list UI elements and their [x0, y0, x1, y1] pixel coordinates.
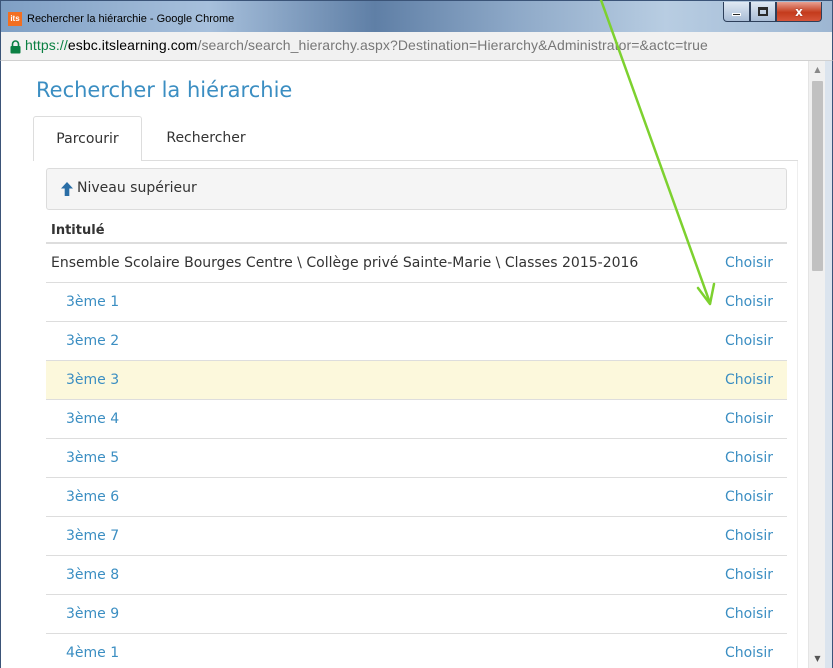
class-link[interactable]: 3ème 9	[66, 595, 119, 634]
choose-link[interactable]: Choisir	[725, 361, 773, 400]
column-header-intitule: Intitulé	[46, 219, 787, 244]
choose-link[interactable]: Choisir	[725, 439, 773, 478]
class-link[interactable]: 3ème 4	[66, 400, 119, 439]
class-link[interactable]: 3ème 6	[66, 478, 119, 517]
table-row: 3ème 8 Choisir	[46, 556, 787, 595]
window-title: Rechercher la hiérarchie - Google Chrome	[27, 13, 235, 25]
url-host: esbc.itslearning.com	[67, 37, 198, 53]
close-icon: x	[795, 4, 803, 19]
table-row: 3ème 7 Choisir	[46, 517, 787, 556]
tab-bar: Parcourir Rechercher	[33, 116, 798, 161]
chevron-up-icon[interactable]: ▲	[809, 63, 826, 77]
table-row: 3ème 1 Choisir	[46, 283, 787, 322]
table-row: 3ème 5 Choisir	[46, 439, 787, 478]
class-link[interactable]: 3ème 1	[66, 283, 119, 322]
choose-link[interactable]: Choisir	[725, 322, 773, 361]
close-window-button[interactable]: x	[776, 2, 822, 22]
class-link[interactable]: 4ème 1	[66, 634, 119, 668]
tab-divider	[142, 160, 798, 161]
class-link[interactable]: 3ème 2	[66, 322, 119, 361]
minimize-button[interactable]	[723, 2, 750, 22]
itslearning-app-icon: its	[8, 12, 22, 26]
url-path: /search/search_hierarchy.aspx?Destinatio…	[197, 37, 708, 53]
vertical-scrollbar[interactable]: ▲ ▼	[808, 61, 825, 668]
table-row: 3ème 4 Choisir	[46, 400, 787, 439]
maximize-button[interactable]	[750, 2, 776, 22]
choose-link[interactable]: Choisir	[725, 400, 773, 439]
choose-link[interactable]: Choisir	[725, 517, 773, 556]
class-link[interactable]: 3ème 8	[66, 556, 119, 595]
minimize-icon	[732, 13, 741, 16]
tab-parcourir[interactable]: Parcourir	[33, 116, 142, 161]
url-text[interactable]: https://esbc.itslearning.com/search/sear…	[25, 37, 708, 53]
table-row: 3ème 6 Choisir	[46, 478, 787, 517]
up-level-label: Niveau supérieur	[77, 180, 197, 196]
table-row: 3ème 9 Choisir	[46, 595, 787, 634]
table-row-parent: Ensemble Scolaire Bourges Centre \ Collè…	[46, 244, 787, 283]
choose-link[interactable]: Choisir	[725, 244, 773, 283]
chevron-down-icon[interactable]: ▼	[809, 652, 826, 666]
choose-link[interactable]: Choisir	[725, 556, 773, 595]
page-title: Rechercher la hiérarchie	[36, 78, 293, 102]
tab-rechercher[interactable]: Rechercher	[146, 116, 266, 161]
choose-link[interactable]: Choisir	[725, 634, 773, 668]
parent-path-label: Ensemble Scolaire Bourges Centre \ Collè…	[51, 255, 639, 271]
url-scheme: https://	[25, 37, 68, 53]
up-level-button[interactable]: Niveau supérieur	[46, 168, 787, 210]
choose-link[interactable]: Choisir	[725, 478, 773, 517]
table-row: 4ème 1 Choisir	[46, 634, 787, 668]
class-link[interactable]: 3ème 5	[66, 439, 119, 478]
page-viewport: Rechercher la hiérarchie Parcourir Reche…	[1, 61, 808, 668]
window-titlebar: its Rechercher la hiérarchie - Google Ch…	[0, 0, 833, 32]
maximize-icon	[758, 7, 768, 16]
panel-border	[797, 161, 798, 668]
scrollbar-thumb[interactable]	[812, 81, 823, 271]
class-link[interactable]: 3ème 3	[66, 361, 119, 400]
choose-link[interactable]: Choisir	[725, 283, 773, 322]
hierarchy-table: Ensemble Scolaire Bourges Centre \ Collè…	[46, 244, 787, 668]
choose-link[interactable]: Choisir	[725, 595, 773, 634]
address-bar[interactable]: https://esbc.itslearning.com/search/sear…	[0, 32, 833, 61]
lock-icon	[10, 40, 21, 54]
class-link[interactable]: 3ème 7	[66, 517, 119, 556]
table-row: 3ème 2 Choisir	[46, 322, 787, 361]
table-row-highlighted: 3ème 3 Choisir	[46, 361, 787, 400]
window-gutter	[825, 61, 832, 668]
arrow-up-icon	[61, 182, 73, 196]
